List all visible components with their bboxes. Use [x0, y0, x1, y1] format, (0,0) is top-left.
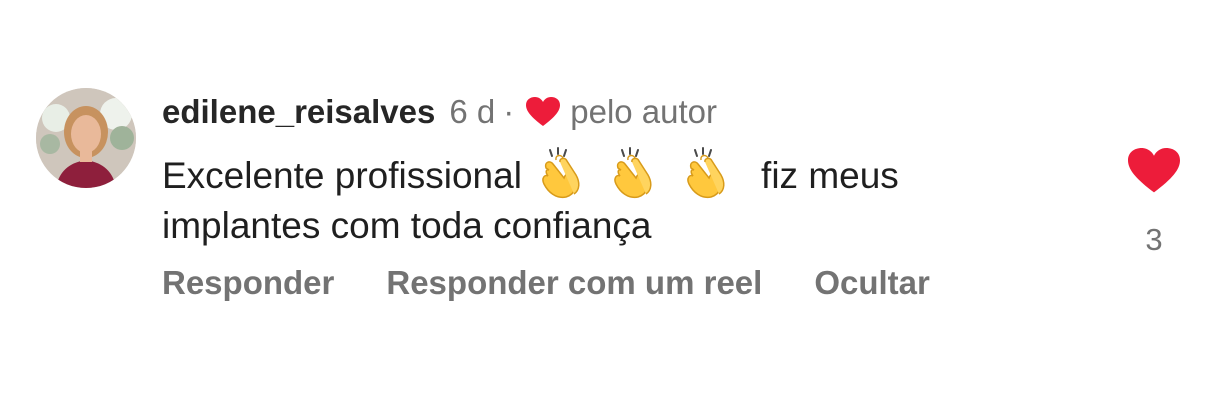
- liked-by-author-label: pelo autor: [570, 93, 718, 130]
- timestamp: 6 d: [449, 93, 496, 130]
- comment-item: edilene_reisalves 6 d · pelo autor Excel…: [0, 0, 1206, 397]
- clapping-hands-icon: [681, 146, 735, 200]
- separator-dot: ·: [503, 93, 515, 130]
- comment-header: edilene_reisalves 6 d · pelo autor: [162, 90, 717, 134]
- heart-icon: [526, 97, 561, 127]
- reply-with-reel-button[interactable]: Responder com um reel: [386, 264, 762, 302]
- comment-body: Excelente profissional fiz meus implante…: [162, 146, 1042, 251]
- comment-actions: Responder Responder com um reel Ocultar: [162, 264, 930, 302]
- hide-button[interactable]: Ocultar: [814, 264, 930, 302]
- like-count[interactable]: 3: [1128, 222, 1180, 258]
- clapping-hands-icon: [608, 146, 662, 200]
- like-button[interactable]: [1128, 148, 1180, 194]
- avatar[interactable]: [36, 88, 136, 188]
- avatar-image: [36, 88, 136, 188]
- heart-filled-icon: [1128, 148, 1180, 193]
- reply-button[interactable]: Responder: [162, 264, 334, 302]
- clapping-hands-icon: [536, 146, 590, 200]
- username[interactable]: edilene_reisalves: [162, 93, 435, 131]
- comment-text-start: Excelente profissional: [162, 155, 522, 196]
